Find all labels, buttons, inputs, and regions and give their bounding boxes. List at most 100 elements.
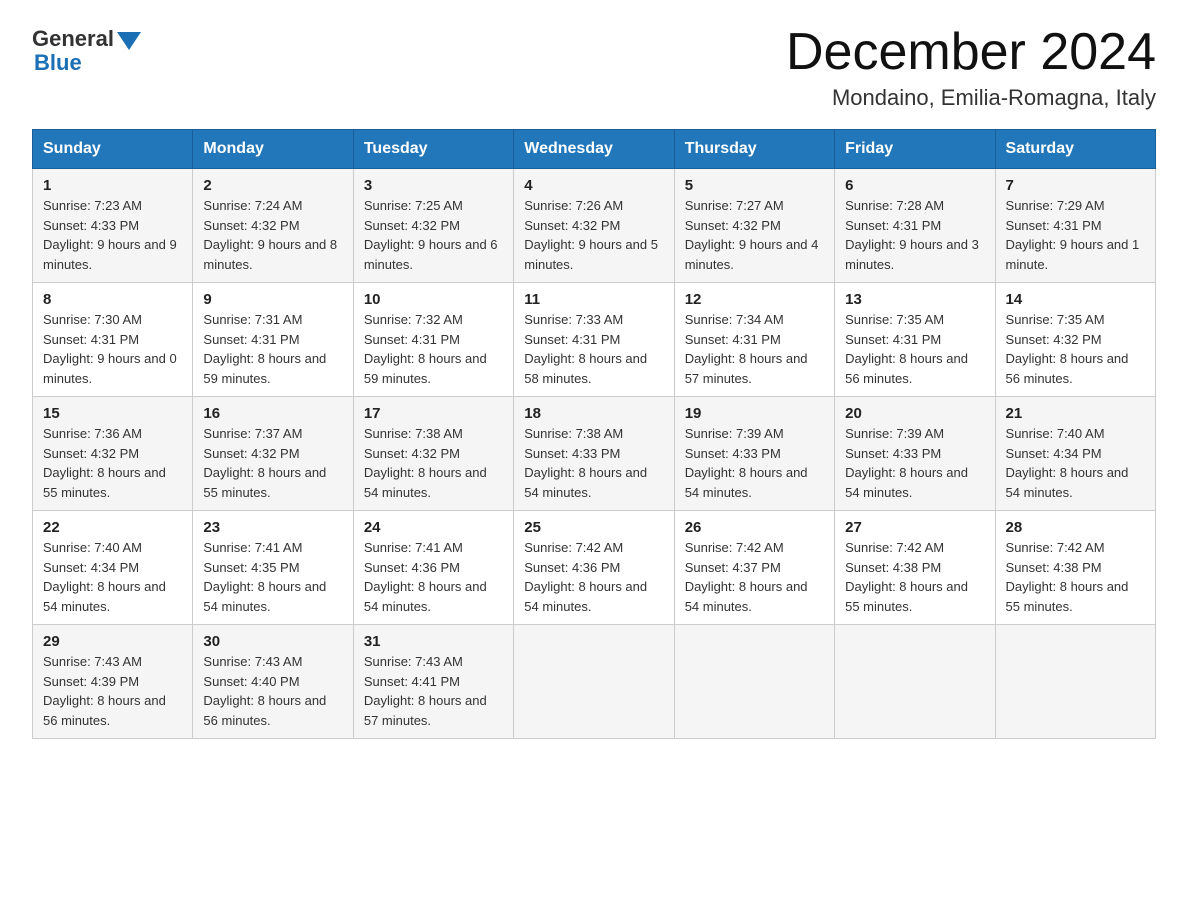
day-cell: 13 Sunrise: 7:35 AMSunset: 4:31 PMDaylig…: [835, 283, 995, 397]
logo-blue-text: Blue: [34, 50, 82, 76]
day-cell: 27 Sunrise: 7:42 AMSunset: 4:38 PMDaylig…: [835, 511, 995, 625]
day-cell: [514, 625, 674, 739]
day-info: Sunrise: 7:39 AMSunset: 4:33 PMDaylight:…: [685, 426, 808, 500]
day-number: 8: [43, 291, 182, 308]
day-cell: [995, 625, 1155, 739]
day-number: 2: [203, 177, 342, 194]
day-info: Sunrise: 7:42 AMSunset: 4:38 PMDaylight:…: [845, 540, 968, 614]
day-number: 5: [685, 177, 824, 194]
day-cell: 14 Sunrise: 7:35 AMSunset: 4:32 PMDaylig…: [995, 283, 1155, 397]
day-cell: 17 Sunrise: 7:38 AMSunset: 4:32 PMDaylig…: [353, 397, 513, 511]
day-cell: [835, 625, 995, 739]
day-info: Sunrise: 7:36 AMSunset: 4:32 PMDaylight:…: [43, 426, 166, 500]
day-cell: 3 Sunrise: 7:25 AMSunset: 4:32 PMDayligh…: [353, 169, 513, 283]
day-cell: 9 Sunrise: 7:31 AMSunset: 4:31 PMDayligh…: [193, 283, 353, 397]
day-number: 17: [364, 405, 503, 422]
day-info: Sunrise: 7:38 AMSunset: 4:32 PMDaylight:…: [364, 426, 487, 500]
day-cell: [674, 625, 834, 739]
day-info: Sunrise: 7:35 AMSunset: 4:31 PMDaylight:…: [845, 312, 968, 386]
day-cell: 18 Sunrise: 7:38 AMSunset: 4:33 PMDaylig…: [514, 397, 674, 511]
header-thursday: Thursday: [674, 130, 834, 169]
day-number: 27: [845, 519, 984, 536]
day-number: 21: [1006, 405, 1145, 422]
day-cell: 12 Sunrise: 7:34 AMSunset: 4:31 PMDaylig…: [674, 283, 834, 397]
day-number: 18: [524, 405, 663, 422]
location-title: Mondaino, Emilia-Romagna, Italy: [786, 85, 1156, 111]
day-info: Sunrise: 7:41 AMSunset: 4:36 PMDaylight:…: [364, 540, 487, 614]
header-sunday: Sunday: [33, 130, 193, 169]
day-cell: 19 Sunrise: 7:39 AMSunset: 4:33 PMDaylig…: [674, 397, 834, 511]
day-number: 23: [203, 519, 342, 536]
day-number: 31: [364, 633, 503, 650]
day-number: 16: [203, 405, 342, 422]
day-cell: 22 Sunrise: 7:40 AMSunset: 4:34 PMDaylig…: [33, 511, 193, 625]
day-number: 3: [364, 177, 503, 194]
day-number: 13: [845, 291, 984, 308]
title-section: December 2024 Mondaino, Emilia-Romagna, …: [786, 24, 1156, 111]
day-number: 22: [43, 519, 182, 536]
header-saturday: Saturday: [995, 130, 1155, 169]
page-header: General Blue December 2024 Mondaino, Emi…: [32, 24, 1156, 111]
day-cell: 8 Sunrise: 7:30 AMSunset: 4:31 PMDayligh…: [33, 283, 193, 397]
day-cell: 30 Sunrise: 7:43 AMSunset: 4:40 PMDaylig…: [193, 625, 353, 739]
day-info: Sunrise: 7:43 AMSunset: 4:40 PMDaylight:…: [203, 654, 326, 728]
logo: General Blue: [32, 28, 141, 76]
day-cell: 28 Sunrise: 7:42 AMSunset: 4:38 PMDaylig…: [995, 511, 1155, 625]
day-number: 10: [364, 291, 503, 308]
day-number: 25: [524, 519, 663, 536]
day-cell: 21 Sunrise: 7:40 AMSunset: 4:34 PMDaylig…: [995, 397, 1155, 511]
day-info: Sunrise: 7:28 AMSunset: 4:31 PMDaylight:…: [845, 198, 979, 272]
day-number: 12: [685, 291, 824, 308]
day-cell: 6 Sunrise: 7:28 AMSunset: 4:31 PMDayligh…: [835, 169, 995, 283]
header-wednesday: Wednesday: [514, 130, 674, 169]
day-number: 28: [1006, 519, 1145, 536]
day-info: Sunrise: 7:41 AMSunset: 4:35 PMDaylight:…: [203, 540, 326, 614]
day-cell: 23 Sunrise: 7:41 AMSunset: 4:35 PMDaylig…: [193, 511, 353, 625]
week-row-1: 1 Sunrise: 7:23 AMSunset: 4:33 PMDayligh…: [33, 169, 1156, 283]
day-number: 4: [524, 177, 663, 194]
day-number: 19: [685, 405, 824, 422]
month-title: December 2024: [786, 24, 1156, 81]
day-cell: 16 Sunrise: 7:37 AMSunset: 4:32 PMDaylig…: [193, 397, 353, 511]
day-number: 1: [43, 177, 182, 194]
day-cell: 15 Sunrise: 7:36 AMSunset: 4:32 PMDaylig…: [33, 397, 193, 511]
week-row-5: 29 Sunrise: 7:43 AMSunset: 4:39 PMDaylig…: [33, 625, 1156, 739]
day-info: Sunrise: 7:43 AMSunset: 4:39 PMDaylight:…: [43, 654, 166, 728]
day-number: 24: [364, 519, 503, 536]
week-row-2: 8 Sunrise: 7:30 AMSunset: 4:31 PMDayligh…: [33, 283, 1156, 397]
day-info: Sunrise: 7:39 AMSunset: 4:33 PMDaylight:…: [845, 426, 968, 500]
week-row-4: 22 Sunrise: 7:40 AMSunset: 4:34 PMDaylig…: [33, 511, 1156, 625]
day-info: Sunrise: 7:35 AMSunset: 4:32 PMDaylight:…: [1006, 312, 1129, 386]
day-cell: 4 Sunrise: 7:26 AMSunset: 4:32 PMDayligh…: [514, 169, 674, 283]
day-info: Sunrise: 7:40 AMSunset: 4:34 PMDaylight:…: [1006, 426, 1129, 500]
day-number: 9: [203, 291, 342, 308]
header-friday: Friday: [835, 130, 995, 169]
day-cell: 10 Sunrise: 7:32 AMSunset: 4:31 PMDaylig…: [353, 283, 513, 397]
day-info: Sunrise: 7:27 AMSunset: 4:32 PMDaylight:…: [685, 198, 819, 272]
day-info: Sunrise: 7:26 AMSunset: 4:32 PMDaylight:…: [524, 198, 658, 272]
day-info: Sunrise: 7:23 AMSunset: 4:33 PMDaylight:…: [43, 198, 177, 272]
day-info: Sunrise: 7:40 AMSunset: 4:34 PMDaylight:…: [43, 540, 166, 614]
day-number: 14: [1006, 291, 1145, 308]
day-number: 20: [845, 405, 984, 422]
header-monday: Monday: [193, 130, 353, 169]
day-number: 29: [43, 633, 182, 650]
day-info: Sunrise: 7:24 AMSunset: 4:32 PMDaylight:…: [203, 198, 337, 272]
day-cell: 29 Sunrise: 7:43 AMSunset: 4:39 PMDaylig…: [33, 625, 193, 739]
day-info: Sunrise: 7:32 AMSunset: 4:31 PMDaylight:…: [364, 312, 487, 386]
calendar-table: SundayMondayTuesdayWednesdayThursdayFrid…: [32, 129, 1156, 739]
day-info: Sunrise: 7:43 AMSunset: 4:41 PMDaylight:…: [364, 654, 487, 728]
day-cell: 5 Sunrise: 7:27 AMSunset: 4:32 PMDayligh…: [674, 169, 834, 283]
day-info: Sunrise: 7:42 AMSunset: 4:36 PMDaylight:…: [524, 540, 647, 614]
day-cell: 26 Sunrise: 7:42 AMSunset: 4:37 PMDaylig…: [674, 511, 834, 625]
logo-general-text: General: [32, 28, 114, 50]
day-number: 11: [524, 291, 663, 308]
day-info: Sunrise: 7:38 AMSunset: 4:33 PMDaylight:…: [524, 426, 647, 500]
day-info: Sunrise: 7:42 AMSunset: 4:37 PMDaylight:…: [685, 540, 808, 614]
day-info: Sunrise: 7:33 AMSunset: 4:31 PMDaylight:…: [524, 312, 647, 386]
day-number: 15: [43, 405, 182, 422]
day-number: 30: [203, 633, 342, 650]
day-info: Sunrise: 7:29 AMSunset: 4:31 PMDaylight:…: [1006, 198, 1140, 272]
day-info: Sunrise: 7:30 AMSunset: 4:31 PMDaylight:…: [43, 312, 177, 386]
logo-arrow-icon: [117, 32, 141, 50]
